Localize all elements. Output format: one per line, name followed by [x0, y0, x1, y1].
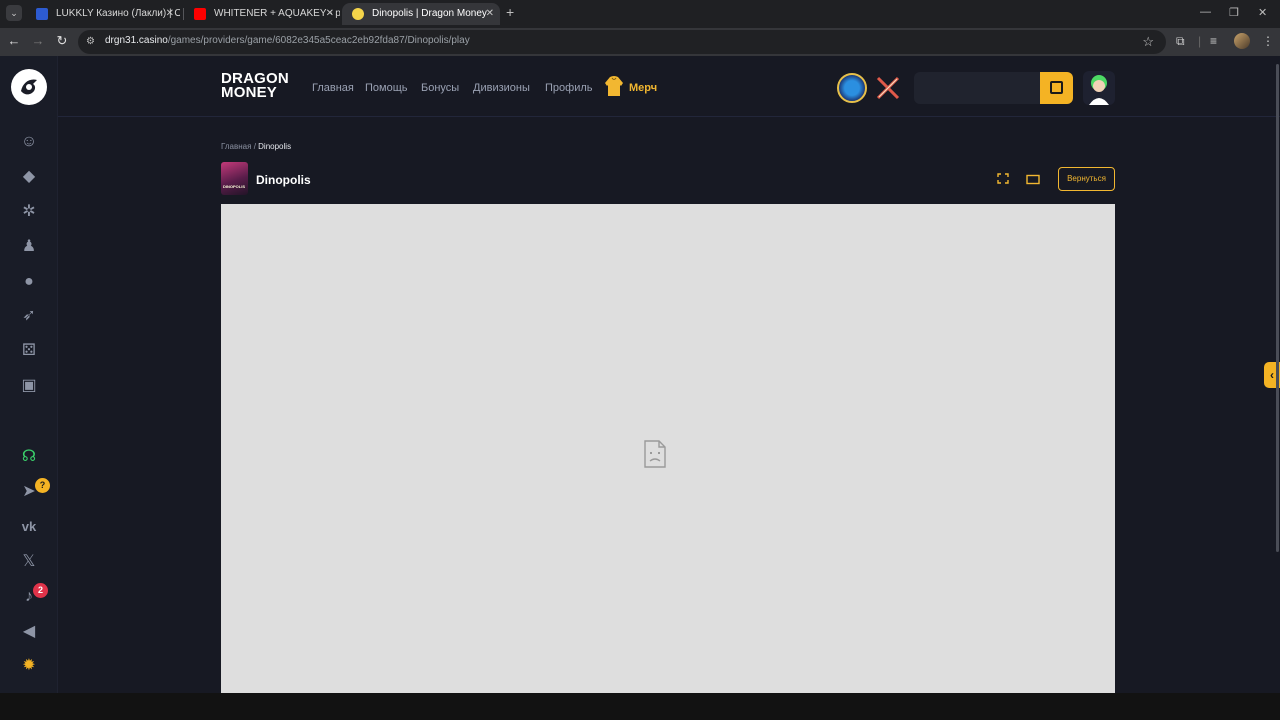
nav-help[interactable]: Помощь — [365, 82, 408, 94]
tab-search-menu-icon[interactable]: ⌄ — [6, 5, 22, 21]
tab-title: WHITENER + AQUAKEY - p — [214, 8, 340, 19]
theme-lamp-icon[interactable]: ✹ — [19, 656, 39, 676]
back-icon[interactable]: ← — [5, 33, 23, 48]
nav-divisions[interactable]: Дивизионы — [473, 82, 530, 94]
browser-tab-dinopolis[interactable]: Dinopolis | Dragon Money ✕ — [342, 3, 500, 25]
breadcrumb-current: Dinopolis — [258, 142, 292, 151]
wallet-icon — [1050, 81, 1063, 94]
theater-mode-icon[interactable] — [1026, 174, 1040, 185]
browser-menu-icon[interactable]: ⋮ — [1262, 34, 1274, 48]
new-tab-button[interactable]: + — [506, 4, 514, 20]
nav-merch[interactable]: Мерч — [629, 82, 657, 94]
hoodie-icon — [605, 76, 623, 96]
browser-toolbar: ← → ↻ ⚙ drgn31.casino/games/providers/ga… — [0, 28, 1280, 56]
user-avatar[interactable] — [1083, 71, 1115, 105]
forward-icon[interactable]: → — [29, 33, 47, 48]
dragon-icon[interactable]: ✲ — [19, 202, 39, 222]
nav-bonuses[interactable]: Бонусы — [421, 82, 459, 94]
return-button[interactable]: Вернуться — [1058, 167, 1115, 191]
x-twitter-icon[interactable]: 𝕏 — [19, 552, 39, 572]
left-sidebar: ☺ ◆ ✲ ♟ ● ➶ ⚄ ▣ ☊ ➤ ? vk 𝕏 ♪ 2 ◀ ✹ — [0, 56, 58, 693]
tab-close-icon[interactable]: ✕ — [166, 3, 174, 25]
game-thumbnail: DINOPOLIS — [221, 162, 248, 195]
media-control-icon[interactable]: ≡ — [1210, 34, 1217, 48]
sad-page-error-icon — [644, 440, 666, 468]
nav-home[interactable]: Главная — [312, 82, 354, 94]
tab-close-icon[interactable]: ✕ — [486, 3, 494, 25]
site-info-icon[interactable]: ⚙ — [86, 35, 100, 49]
bookmark-star-icon[interactable]: ☆ — [1142, 34, 1154, 50]
site-header: DRAGON MONEY Главная Помощь Бонусы Дивиз… — [58, 56, 1280, 117]
minimize-icon[interactable]: — — [1200, 6, 1211, 18]
notifications-badge: 2 — [33, 583, 48, 598]
balance-display — [914, 72, 1040, 104]
lukkly-favicon-icon — [36, 8, 48, 20]
game-iframe[interactable] — [221, 204, 1115, 693]
sound-icon[interactable]: ◀ — [19, 622, 39, 642]
vk-icon[interactable]: vk — [19, 517, 39, 537]
breadcrumb-home[interactable]: Главная — [221, 142, 251, 151]
wallet-button[interactable] — [1040, 72, 1073, 104]
browser-tab-lukkly[interactable]: LUKKLY Казино (Лакли) | Офиц ✕ — [26, 3, 180, 25]
dragon-money-favicon-icon — [352, 8, 364, 20]
brand-line-2: MONEY — [221, 84, 278, 101]
ticket-icon[interactable]: ◆ — [19, 167, 39, 187]
dice-icon[interactable]: ⚄ — [19, 341, 39, 361]
taskbar-strip — [0, 693, 1280, 720]
reload-icon[interactable]: ↻ — [53, 33, 71, 49]
youtube-favicon-icon — [194, 8, 206, 20]
support-headset-icon[interactable]: ☊ — [19, 447, 39, 467]
browser-profile-avatar[interactable] — [1234, 33, 1250, 49]
url-text: drgn31.casino/games/providers/game/6082e… — [105, 35, 470, 46]
toolbar-divider: | — [1198, 34, 1202, 48]
site-page: ☺ ◆ ✲ ♟ ● ➶ ⚄ ▣ ☊ ➤ ? vk 𝕏 ♪ 2 ◀ ✹ DRAGO… — [0, 56, 1280, 693]
dragon-logo-icon[interactable] — [11, 69, 47, 105]
case-icon[interactable]: ▣ — [19, 376, 39, 396]
tab-title: Dinopolis | Dragon Money — [372, 8, 487, 19]
crossed-swords-icon[interactable] — [873, 73, 903, 103]
tab-close-icon[interactable]: ✕ — [326, 3, 334, 25]
game-title: Dinopolis — [256, 173, 311, 187]
maximize-icon[interactable]: ❐ — [1229, 6, 1239, 19]
joystick-icon[interactable]: ● — [19, 272, 39, 292]
dragon-money-logo[interactable]: DRAGON MONEY — [221, 71, 289, 101]
game-thumb-label: DINOPOLIS — [223, 184, 246, 189]
address-bar[interactable]: ⚙ drgn31.casino/games/providers/game/608… — [78, 30, 1166, 54]
smile-icon[interactable]: ☺ — [19, 132, 39, 152]
extensions-icon[interactable]: ⧉ — [1176, 34, 1185, 49]
tab-title: LUKKLY Казино (Лакли) | Офиц — [56, 8, 180, 19]
nav-profile[interactable]: Профиль — [545, 82, 593, 94]
rocket-icon[interactable]: ➶ — [19, 306, 39, 326]
page-scrollbar[interactable] — [1276, 64, 1279, 552]
breadcrumb: Главная / Dinopolis — [221, 142, 291, 151]
person-icon[interactable]: ♟ — [19, 237, 39, 257]
fullscreen-icon[interactable] — [997, 173, 1009, 184]
lightning-bonus-icon[interactable] — [837, 73, 867, 103]
telegram-badge: ? — [35, 478, 50, 493]
window-close-icon[interactable]: ✕ — [1258, 6, 1267, 19]
browser-tab-strip: ⌄ LUKKLY Казино (Лакли) | Офиц ✕ WHITENE… — [0, 0, 1280, 28]
browser-tab-youtube[interactable]: WHITENER + AQUAKEY - p ✕ — [184, 3, 340, 25]
